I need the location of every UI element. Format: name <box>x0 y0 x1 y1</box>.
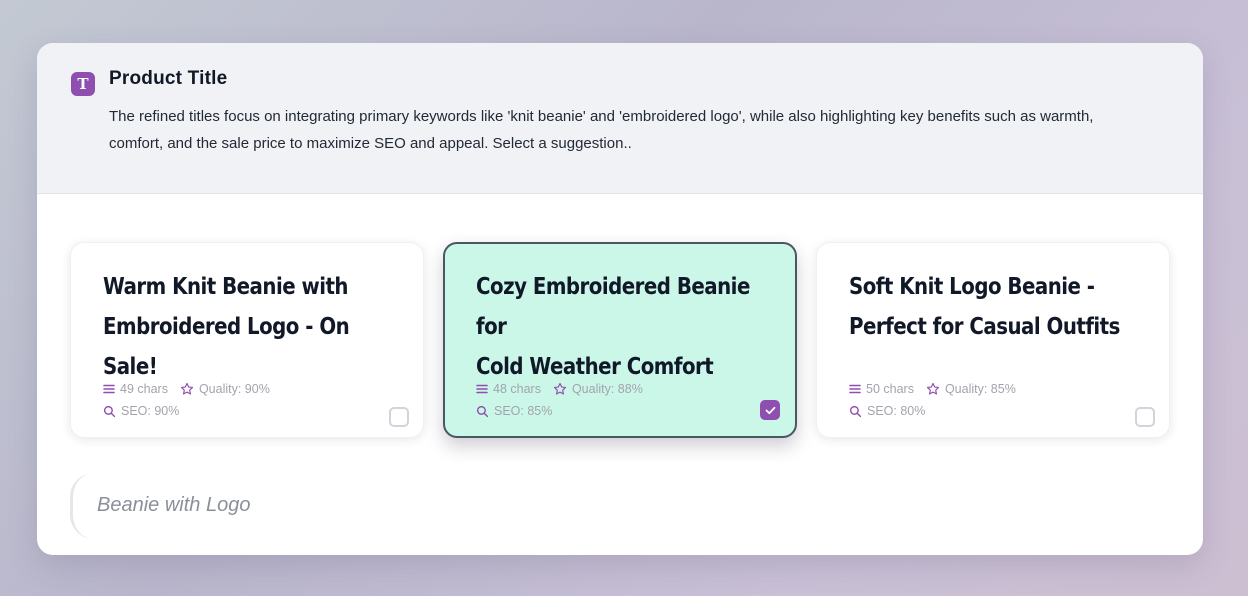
suggestion-title-line: Cozy Embroidered Beanie for <box>476 274 750 340</box>
select-checkbox[interactable] <box>389 407 409 427</box>
suggestion-meta: SEO: 90% <box>103 404 185 418</box>
seo-label: SEO: 90% <box>121 404 180 418</box>
suggestion-meta: SEO: 85% <box>476 404 558 418</box>
char-count: 50 chars <box>849 382 914 396</box>
quality-label: Quality: 90% <box>198 382 270 396</box>
text-t-icon: T <box>71 72 95 96</box>
suggestion-meta: SEO: 80% <box>849 404 931 418</box>
select-checkbox-checked[interactable] <box>760 400 780 420</box>
suggestion-meta: 50 chars Quality: 85% <box>849 382 1022 396</box>
char-count-label: 50 chars <box>866 382 914 396</box>
quality-label: Quality: 88% <box>571 382 643 396</box>
custom-title-input-text[interactable]: Beanie with Logo <box>97 494 250 517</box>
seo-score: SEO: 90% <box>103 404 179 418</box>
star-icon <box>180 382 194 395</box>
seo-score: SEO: 80% <box>849 404 925 418</box>
suggestion-title: Warm Knit Beanie with Embroidered Logo -… <box>103 267 404 387</box>
suggestion-title-line: Soft Knit Logo Beanie - <box>849 274 1095 300</box>
lines-icon <box>476 384 488 394</box>
char-count-label: 49 chars <box>120 382 168 396</box>
suggestion-card-selected[interactable]: Cozy Embroidered Beanie for Cold Weather… <box>443 242 797 438</box>
suggestion-title-line: Perfect for Casual Outfits <box>849 314 1120 340</box>
lines-icon <box>849 384 861 394</box>
lines-icon <box>103 384 115 394</box>
star-icon <box>926 382 940 395</box>
suggestion-title-line: Cold Weather Comfort <box>476 354 714 380</box>
suggestion-title: Soft Knit Logo Beanie - Perfect for Casu… <box>849 267 1150 347</box>
check-icon <box>765 406 775 414</box>
search-icon <box>476 405 489 417</box>
search-icon <box>849 405 862 417</box>
product-title-panel: T Product Title The refined titles focus… <box>37 43 1203 555</box>
char-count-label: 48 chars <box>493 382 541 396</box>
panel-header: T Product Title The refined titles focus… <box>37 43 1203 194</box>
quality-score: Quality: 90% <box>180 382 270 396</box>
seo-label: SEO: 80% <box>867 404 926 418</box>
quality-score: Quality: 85% <box>926 382 1016 396</box>
char-count: 49 chars <box>103 382 168 396</box>
section-title: Product Title <box>109 68 228 89</box>
seo-label: SEO: 85% <box>494 404 553 418</box>
quality-score: Quality: 88% <box>553 382 643 396</box>
quality-label: Quality: 85% <box>944 382 1016 396</box>
char-count: 48 chars <box>476 382 541 396</box>
suggestion-title-line: Warm Knit Beanie with <box>103 274 349 300</box>
suggestion-title: Cozy Embroidered Beanie for Cold Weather… <box>476 267 777 387</box>
section-description: The refined titles focus on integrating … <box>109 108 1094 152</box>
suggestion-title-line: Embroidered Logo - On Sale! <box>103 314 350 380</box>
search-icon <box>103 405 116 417</box>
suggestion-card[interactable]: Warm Knit Beanie with Embroidered Logo -… <box>70 242 424 438</box>
seo-score: SEO: 85% <box>476 404 552 418</box>
star-icon <box>553 382 567 395</box>
suggestion-card[interactable]: Soft Knit Logo Beanie - Perfect for Casu… <box>816 242 1170 438</box>
suggestion-meta: 49 chars Quality: 90% <box>103 382 276 396</box>
select-checkbox[interactable] <box>1135 407 1155 427</box>
suggestion-meta: 48 chars Quality: 88% <box>476 382 649 396</box>
